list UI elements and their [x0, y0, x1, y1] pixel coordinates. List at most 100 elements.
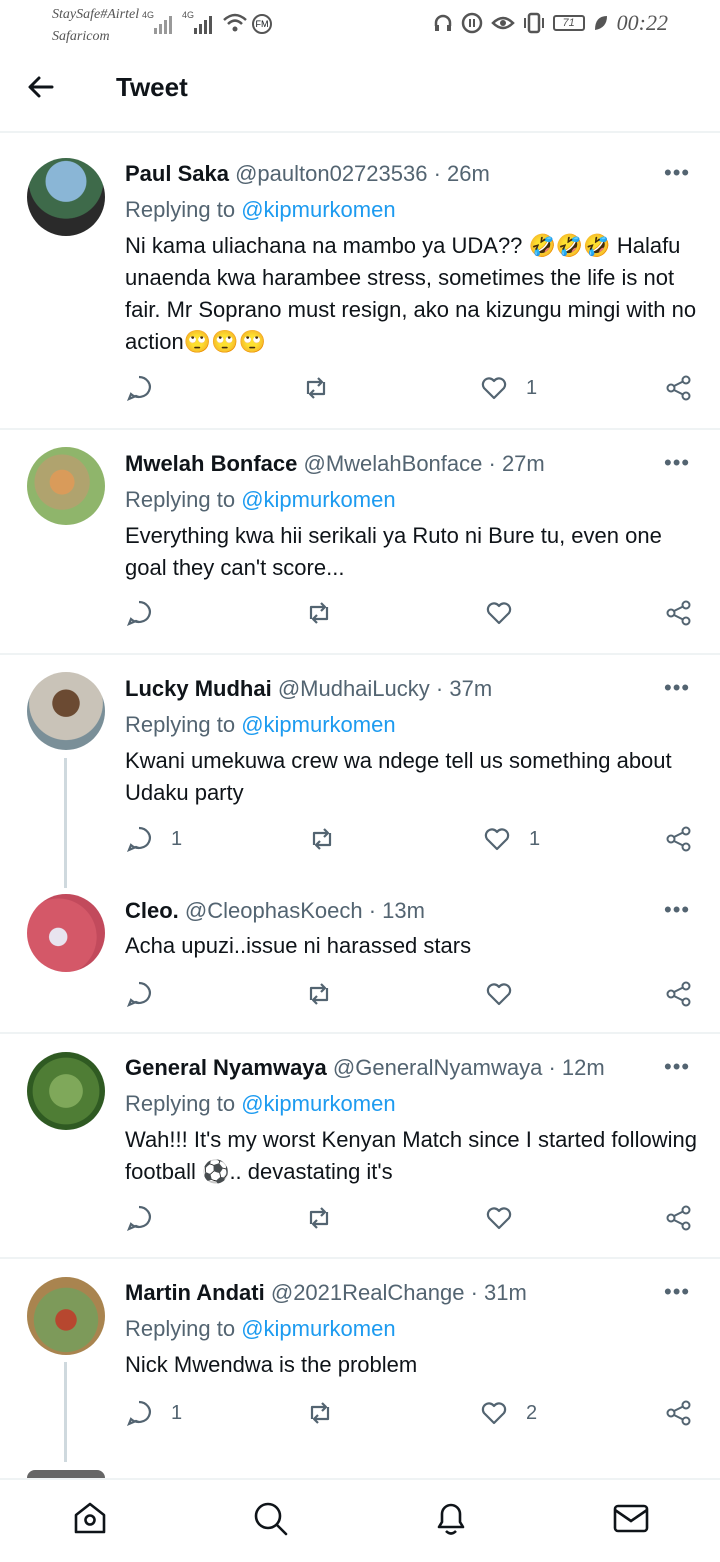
- tweet-header: Paul Saka @paulton02723536 · 26m: [125, 160, 490, 188]
- search-icon[interactable]: [250, 1498, 290, 1538]
- bottom-navigation: [0, 1478, 720, 1562]
- author-handle[interactable]: @GeneralNyamwaya: [333, 1055, 542, 1080]
- like-button[interactable]: 2: [480, 1399, 537, 1427]
- avatar[interactable]: [27, 672, 105, 750]
- heart-icon: [484, 828, 510, 851]
- like-button[interactable]: [485, 980, 531, 1008]
- mention-link[interactable]: @kipmurkomen: [241, 712, 395, 737]
- retweet-button[interactable]: [306, 1399, 334, 1427]
- tweet-header: General Nyamwaya @GeneralNyamwaya · 12m: [125, 1054, 605, 1082]
- retweet-button[interactable]: [305, 599, 333, 627]
- tweet-time: · 13m: [368, 898, 425, 923]
- like-button[interactable]: 1: [480, 374, 537, 402]
- retweet-button[interactable]: [302, 374, 330, 402]
- home-icon[interactable]: [70, 1498, 110, 1538]
- tweet-martin-andati[interactable]: Martin Andati @2021RealChange · 31m ••• …: [0, 1259, 720, 1469]
- reply-icon: [126, 1205, 151, 1232]
- author-handle[interactable]: @MudhaiLucky: [278, 676, 430, 701]
- author-handle[interactable]: @2021RealChange: [271, 1280, 465, 1305]
- share-icon: [666, 981, 691, 1007]
- retweet-button[interactable]: [305, 1204, 333, 1232]
- retweet-icon: [310, 1402, 330, 1424]
- carrier-label: StaySafe#Airtel Safaricom: [52, 4, 139, 48]
- signal-icon: [154, 16, 172, 34]
- avatar[interactable]: [27, 158, 105, 236]
- more-options-icon[interactable]: •••: [664, 160, 690, 186]
- tweet-text: Wah!!! It's my worst Kenyan Match since …: [125, 1127, 697, 1184]
- mention-link[interactable]: @kipmurkomen: [241, 487, 395, 512]
- reply-icon: [126, 981, 151, 1008]
- like-count: 1: [529, 827, 541, 850]
- tweet-time: · 27m: [488, 451, 545, 476]
- reply-prefix: Replying to: [125, 1091, 236, 1116]
- more-options-icon[interactable]: •••: [664, 450, 690, 476]
- retweet-button[interactable]: [308, 825, 336, 853]
- avatar[interactable]: [27, 894, 105, 972]
- like-button[interactable]: [485, 1204, 531, 1232]
- page-title: Tweet: [116, 72, 188, 102]
- mention-link[interactable]: @kipmurkomen: [241, 197, 395, 222]
- carrier-line-1: StaySafe#Airtel: [52, 7, 140, 22]
- tweet-text: Kwani umekuwa crew wa ndege tell us some…: [125, 748, 672, 805]
- mention-link[interactable]: @kipmurkomen: [241, 1316, 395, 1341]
- reply-prefix: Replying to: [125, 712, 236, 737]
- author-name[interactable]: Cleo.: [125, 898, 179, 923]
- author-name[interactable]: Paul Saka: [125, 161, 229, 186]
- eye-icon: [490, 16, 515, 30]
- tweet-cleo[interactable]: Cleo. @CleophasKoech · 13m ••• Acha upuz…: [0, 880, 720, 1030]
- like-count: 2: [526, 1401, 538, 1424]
- author-name[interactable]: Lucky Mudhai: [125, 676, 272, 701]
- reply-count: 1: [171, 1401, 183, 1424]
- author-handle[interactable]: @MwelahBonface: [304, 451, 483, 476]
- like-button[interactable]: 1: [483, 825, 540, 853]
- author-handle[interactable]: @CleophasKoech: [185, 898, 363, 923]
- tweet-general-nyamwaya[interactable]: General Nyamwaya @GeneralNyamwaya · 12m …: [0, 1034, 720, 1258]
- author-name[interactable]: General Nyamwaya: [125, 1055, 327, 1080]
- top-app-bar: Tweet: [0, 56, 720, 122]
- author-name[interactable]: Mwelah Bonface: [125, 451, 297, 476]
- notifications-icon[interactable]: [431, 1498, 471, 1538]
- share-button[interactable]: [665, 374, 693, 402]
- more-options-icon[interactable]: •••: [664, 1279, 690, 1305]
- share-icon: [666, 375, 691, 401]
- heart-icon: [486, 983, 512, 1006]
- share-button[interactable]: [665, 1204, 693, 1232]
- share-button[interactable]: [665, 1399, 693, 1427]
- reply-count: 1: [171, 827, 183, 850]
- share-button[interactable]: [665, 825, 693, 853]
- reply-button[interactable]: [125, 374, 171, 402]
- heart-icon: [481, 377, 507, 400]
- reply-button[interactable]: [125, 1204, 171, 1232]
- mention-link[interactable]: @kipmurkomen: [241, 1091, 395, 1116]
- tweet-actions: [0, 599, 720, 635]
- tweet-paul-saka[interactable]: Paul Saka @paulton02723536 · 26m ••• Rep…: [0, 140, 720, 430]
- more-options-icon[interactable]: •••: [664, 897, 690, 923]
- avatar[interactable]: [27, 1052, 105, 1130]
- author-handle[interactable]: @paulton02723536: [235, 161, 427, 186]
- tweet-mwelah-bonface[interactable]: Mwelah Bonface @MwelahBonface · 27m ••• …: [0, 430, 720, 654]
- share-button[interactable]: [665, 599, 693, 627]
- reply-button[interactable]: [125, 599, 171, 627]
- share-button[interactable]: [665, 980, 693, 1008]
- status-right: 71 00:22: [433, 10, 668, 36]
- tweet-lucky-mudhai[interactable]: Lucky Mudhai @MudhaiLucky · 37m ••• Repl…: [0, 655, 720, 875]
- back-arrow-icon[interactable]: [26, 72, 56, 102]
- like-button[interactable]: [485, 599, 531, 627]
- avatar[interactable]: [27, 1277, 105, 1355]
- reply-button[interactable]: 1: [125, 825, 182, 853]
- more-options-icon[interactable]: •••: [664, 1054, 690, 1080]
- heart-icon: [481, 1402, 507, 1425]
- author-name[interactable]: Martin Andati: [125, 1280, 265, 1305]
- reply-button[interactable]: 1: [125, 1399, 182, 1427]
- tweet-header: Martin Andati @2021RealChange · 31m: [125, 1279, 527, 1307]
- more-options-icon[interactable]: •••: [664, 675, 690, 701]
- header-divider: [0, 131, 720, 133]
- tweet-time: · 31m: [470, 1280, 527, 1305]
- tweet-text: Nick Mwendwa is the problem: [125, 1352, 418, 1377]
- reply-prefix: Replying to: [125, 197, 236, 222]
- avatar[interactable]: [27, 447, 105, 525]
- reply-prefix: Replying to: [125, 487, 236, 512]
- reply-button[interactable]: [125, 980, 171, 1008]
- retweet-button[interactable]: [305, 980, 333, 1008]
- messages-icon[interactable]: [611, 1498, 651, 1538]
